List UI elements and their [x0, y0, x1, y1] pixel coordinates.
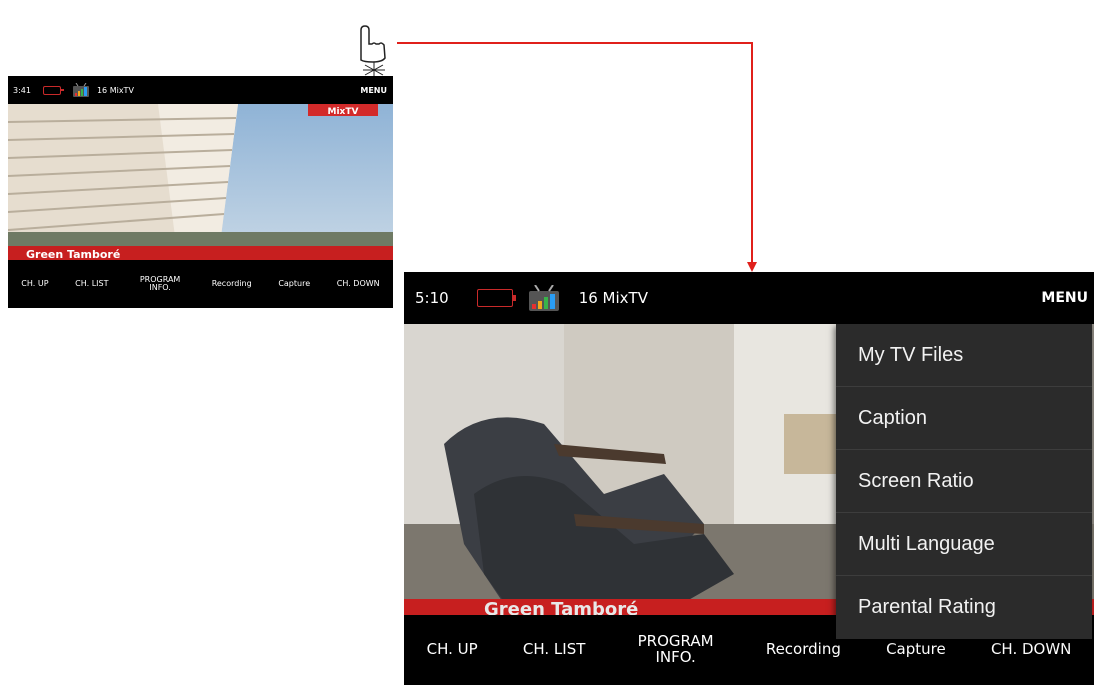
status-time: 3:41 [13, 85, 31, 95]
program-info-button[interactable]: PROGRAM INFO. [631, 633, 721, 666]
ch-up-button[interactable]: CH. UP [21, 279, 48, 288]
battery-icon [42, 85, 64, 95]
tv-signal-icon [528, 285, 559, 311]
svg-text:MixTV: MixTV [328, 107, 359, 117]
small-screen-preview: 3:41 16 MixTV MENU MixTV Green Tamboré C… [8, 76, 393, 308]
status-bar: 3:41 16 MixTV MENU [8, 76, 393, 104]
menu-item-screen-ratio[interactable]: Screen Ratio [836, 450, 1092, 513]
large-screen-with-menu: 5:10 16 MixTV MENU Green Tamboré CH. UP … [404, 272, 1094, 685]
status-bar: 5:10 16 MixTV MENU [404, 272, 1094, 324]
recording-button[interactable]: Recording [212, 279, 252, 288]
ch-down-button[interactable]: CH. DOWN [991, 641, 1071, 658]
capture-button[interactable]: Capture [278, 279, 310, 288]
ch-up-button[interactable]: CH. UP [427, 641, 478, 658]
video-player[interactable]: MixTV Green Tamboré [8, 104, 393, 260]
capture-button[interactable]: Capture [886, 641, 946, 658]
program-info-button[interactable]: PROGRAM INFO. [135, 275, 185, 293]
menu-button[interactable]: MENU [360, 86, 387, 95]
battery-icon [476, 289, 516, 307]
ch-list-button[interactable]: CH. LIST [75, 279, 108, 288]
channel-name: 16 MixTV [96, 85, 134, 95]
menu-item-my-tv-files[interactable]: My TV Files [836, 324, 1092, 387]
menu-item-caption[interactable]: Caption [836, 387, 1092, 450]
tv-signal-icon [72, 83, 89, 97]
bottom-control-bar: CH. UP CH. LIST PROGRAM INFO. Recording … [8, 260, 393, 308]
menu-button[interactable]: MENU [1041, 290, 1088, 306]
video-caption: Green Tamboré [26, 248, 120, 260]
recording-button[interactable]: Recording [766, 641, 841, 658]
video-frame: MixTV Green Tamboré [8, 104, 393, 260]
status-time: 5:10 [415, 289, 449, 307]
menu-item-multi-language[interactable]: Multi Language [836, 513, 1092, 576]
options-menu: My TV Files Caption Screen Ratio Multi L… [836, 324, 1092, 639]
menu-item-parental-rating[interactable]: Parental Rating [836, 576, 1092, 639]
video-caption: Green Tamboré [484, 599, 638, 615]
tap-hand-icon [360, 25, 386, 78]
ch-down-button[interactable]: CH. DOWN [337, 279, 380, 288]
ch-list-button[interactable]: CH. LIST [523, 641, 586, 658]
channel-name: 16 MixTV [578, 289, 648, 307]
